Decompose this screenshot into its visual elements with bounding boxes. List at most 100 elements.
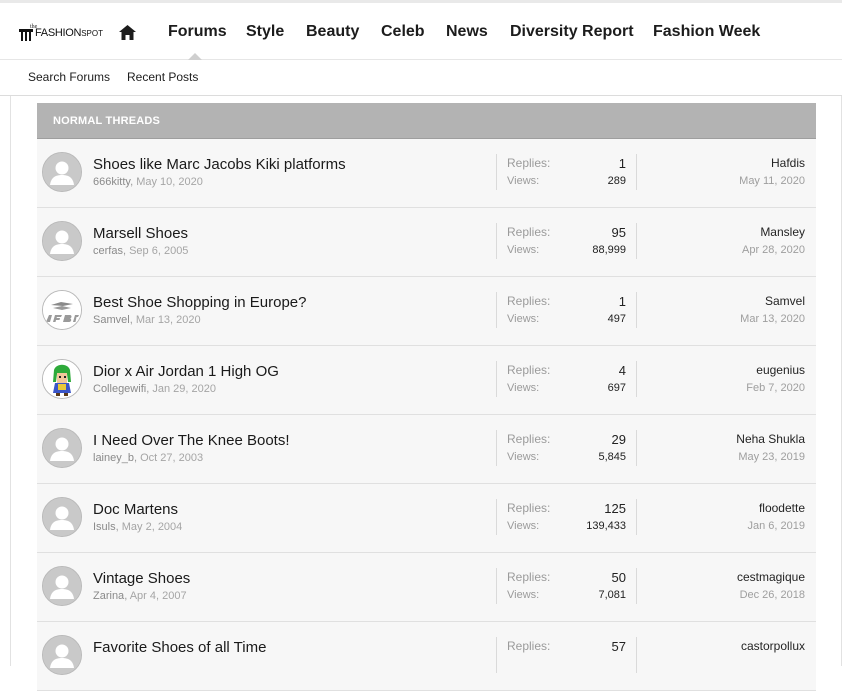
thread-author-link[interactable]: 666kitty bbox=[93, 176, 130, 188]
thread-row: Favorite Shoes of all Time Replies: 57 c… bbox=[37, 622, 816, 691]
last-post-date[interactable]: Apr 28, 2020 bbox=[655, 244, 805, 256]
thread-meta: Samvel, Mar 13, 2020 bbox=[93, 314, 201, 326]
replies-label: Replies: bbox=[507, 225, 551, 239]
last-post-date[interactable]: Jan 6, 2019 bbox=[655, 520, 806, 532]
replies-label: Replies: bbox=[507, 156, 551, 170]
thread-row: Marsell Shoes cerfas, Sep 6, 2005 Replie… bbox=[37, 208, 816, 277]
last-post-date[interactable]: Dec 26, 2018 bbox=[655, 589, 805, 601]
replies-count: 1 bbox=[618, 294, 626, 309]
nav-news[interactable]: News bbox=[446, 23, 488, 41]
thread-author-link[interactable]: lainey_b bbox=[93, 452, 134, 464]
thread-title-link[interactable]: Best Shoe Shopping in Europe? bbox=[93, 294, 307, 311]
last-post: Samvel Mar 13, 2020 bbox=[655, 294, 805, 325]
sub-navbar: Search Forums Recent Posts bbox=[0, 60, 842, 96]
nav-diversity-report[interactable]: Diversity Report bbox=[510, 23, 634, 41]
replies-count: 29 bbox=[611, 432, 626, 447]
nav-celeb[interactable]: Celeb bbox=[381, 23, 425, 41]
thread-title-link[interactable]: Marsell Shoes bbox=[93, 225, 188, 242]
thread-meta: Zarina, Apr 4, 2007 bbox=[93, 590, 187, 602]
thread-title-link[interactable]: I Need Over The Knee Boots! bbox=[93, 432, 290, 449]
thread-meta: Collegewifi, Jan 29, 2020 bbox=[93, 383, 216, 395]
search-forums-link[interactable]: Search Forums bbox=[28, 70, 110, 84]
views-label: Views: bbox=[507, 244, 540, 256]
last-poster-link[interactable]: Neha Shukla bbox=[655, 432, 805, 446]
default-avatar-icon bbox=[43, 153, 81, 191]
thread-stats: Replies: 29 Views: 5,845 bbox=[496, 430, 637, 466]
last-poster-link[interactable]: floodette bbox=[655, 501, 805, 515]
thread-row: Shoes like Marc Jacobs Kiki platforms 66… bbox=[37, 139, 816, 208]
nav-fashion-week[interactable]: Fashion Week bbox=[653, 23, 760, 41]
thread-row: Doc Martens Isuls, May 2, 2004 Replies: … bbox=[37, 484, 816, 553]
thread-author-link[interactable]: Samvel bbox=[93, 314, 130, 326]
replies-label: Replies: bbox=[507, 363, 551, 377]
replies-label: Replies: bbox=[507, 432, 551, 446]
thread-title-link[interactable]: Favorite Shoes of all Time bbox=[93, 639, 266, 656]
thread-start-date[interactable]: Sep 6, 2005 bbox=[129, 245, 188, 257]
logo-the-text: the bbox=[30, 24, 38, 30]
last-post: eugenius Feb 7, 2020 bbox=[655, 363, 805, 394]
views-count: 289 bbox=[607, 175, 626, 187]
last-poster-link[interactable]: eugenius bbox=[655, 363, 805, 377]
avatar[interactable] bbox=[42, 359, 82, 399]
last-poster-link[interactable]: Samvel bbox=[655, 294, 805, 308]
thread-meta: lainey_b, Oct 27, 2003 bbox=[93, 452, 203, 464]
thread-start-date[interactable]: Oct 27, 2003 bbox=[140, 452, 203, 464]
thread-title-link[interactable]: Vintage Shoes bbox=[93, 570, 190, 587]
avatar[interactable] bbox=[42, 497, 82, 537]
thread-author-link[interactable]: Isuls bbox=[93, 521, 116, 533]
recent-posts-link[interactable]: Recent Posts bbox=[127, 70, 198, 84]
default-avatar-icon bbox=[43, 498, 81, 536]
thread-row: Vintage Shoes Zarina, Apr 4, 2007 Replie… bbox=[37, 553, 816, 622]
replies-label: Replies: bbox=[507, 294, 551, 308]
thread-meta: cerfas, Sep 6, 2005 bbox=[93, 245, 188, 257]
site-logo[interactable]: the FASHIONSPOT bbox=[19, 23, 103, 41]
last-poster-link[interactable]: cestmagique bbox=[655, 570, 805, 584]
nav-style[interactable]: Style bbox=[246, 23, 284, 41]
last-post-date[interactable]: May 23, 2019 bbox=[655, 451, 805, 463]
thread-stats: Replies: 95 Views: 88,999 bbox=[496, 223, 637, 259]
replies-count: 4 bbox=[618, 363, 626, 378]
thread-start-date[interactable]: May 2, 2004 bbox=[122, 521, 183, 533]
views-count: 139,433 bbox=[586, 520, 626, 532]
last-post-date[interactable]: Mar 13, 2020 bbox=[655, 313, 805, 325]
thread-stats: Replies: 4 Views: 697 bbox=[496, 361, 637, 397]
last-post-date[interactable]: May 11, 2020 bbox=[655, 175, 805, 187]
home-icon[interactable] bbox=[119, 25, 136, 40]
thread-author-link[interactable]: Collegewifi bbox=[93, 383, 146, 395]
thread-title-link[interactable]: Dior x Air Jordan 1 High OG bbox=[93, 363, 279, 380]
thread-title-link[interactable]: Doc Martens bbox=[93, 501, 178, 518]
thread-meta: Isuls, May 2, 2004 bbox=[93, 521, 182, 533]
views-label: Views: bbox=[507, 313, 540, 325]
last-poster-link[interactable]: castorpollux bbox=[655, 639, 805, 653]
avatar[interactable] bbox=[42, 566, 82, 606]
avatar[interactable] bbox=[42, 290, 82, 330]
nav-forums[interactable]: Forums bbox=[168, 23, 227, 41]
replies-count: 1 bbox=[618, 156, 626, 171]
thread-meta: 666kitty, May 10, 2020 bbox=[93, 176, 203, 188]
avatar[interactable] bbox=[42, 635, 82, 675]
replies-count: 95 bbox=[611, 225, 626, 240]
last-poster-link[interactable]: Mansley bbox=[655, 225, 805, 239]
avatar[interactable] bbox=[42, 221, 82, 261]
thread-start-date[interactable]: Jan 29, 2020 bbox=[152, 383, 216, 395]
last-post: Hafdis May 11, 2020 bbox=[655, 156, 805, 187]
default-avatar-icon bbox=[43, 636, 81, 674]
thread-title-link[interactable]: Shoes like Marc Jacobs Kiki platforms bbox=[93, 156, 346, 173]
avatar[interactable] bbox=[42, 428, 82, 468]
default-avatar-icon bbox=[43, 222, 81, 260]
views-count: 697 bbox=[607, 382, 626, 394]
thread-start-date[interactable]: Mar 13, 2020 bbox=[136, 314, 201, 326]
last-poster-link[interactable]: Hafdis bbox=[655, 156, 805, 170]
thread-start-date[interactable]: Apr 4, 2007 bbox=[130, 590, 187, 602]
default-avatar-icon bbox=[43, 567, 81, 605]
last-post: cestmagique Dec 26, 2018 bbox=[655, 570, 805, 601]
replies-count: 125 bbox=[604, 501, 626, 516]
last-post-date[interactable]: Feb 7, 2020 bbox=[655, 382, 805, 394]
thread-start-date[interactable]: May 10, 2020 bbox=[136, 176, 203, 188]
avatar[interactable] bbox=[42, 152, 82, 192]
views-label: Views: bbox=[507, 175, 540, 187]
nav-beauty[interactable]: Beauty bbox=[306, 23, 359, 41]
thread-stats: Replies: 50 Views: 7,081 bbox=[496, 568, 637, 604]
thread-author-link[interactable]: Zarina bbox=[93, 590, 124, 602]
thread-author-link[interactable]: cerfas bbox=[93, 245, 123, 257]
